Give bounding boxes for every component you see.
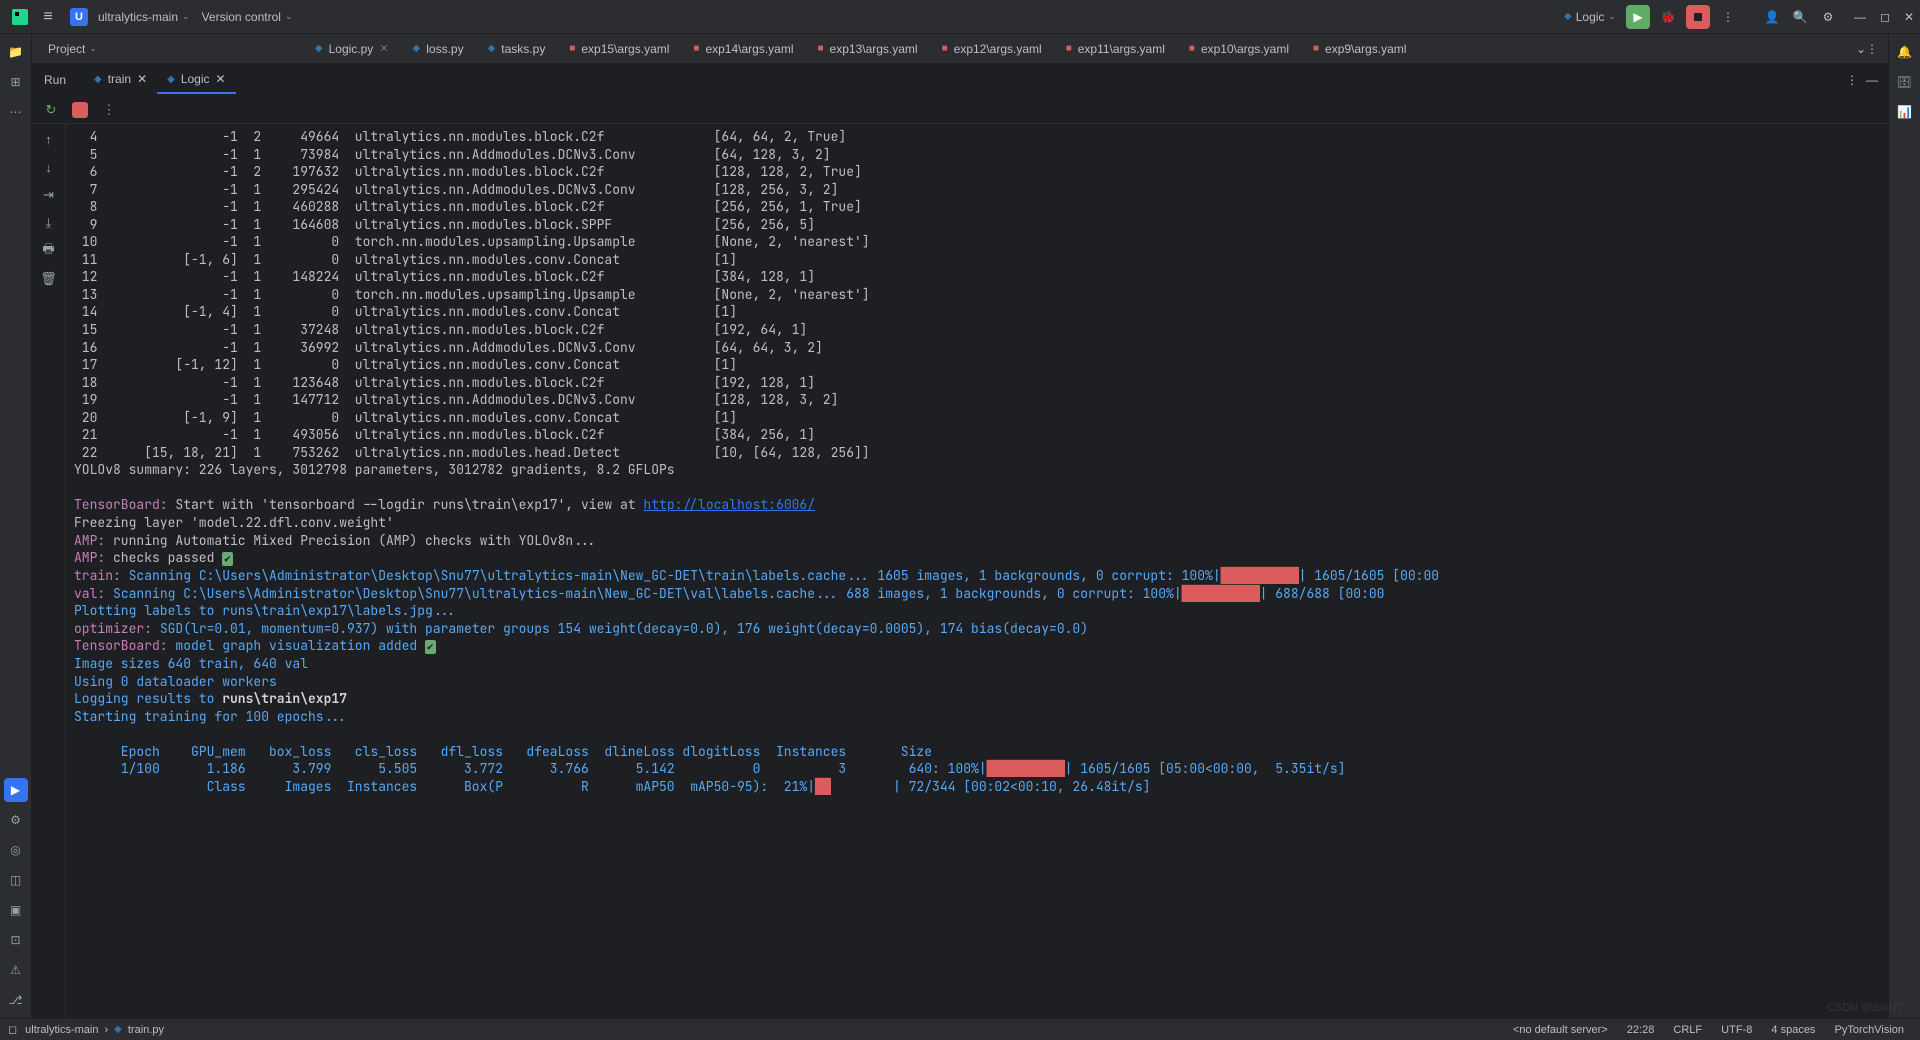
run-tool-icon[interactable]: ▶ [4, 778, 28, 802]
problems-icon[interactable]: ⊡ [4, 928, 28, 952]
rerun-icon[interactable]: ↻ [42, 101, 60, 119]
close-tab-icon[interactable]: ✕ [137, 72, 147, 86]
app-icon[interactable] [10, 7, 30, 27]
run-tab[interactable]: ◆train✕ [84, 66, 157, 94]
run-button[interactable]: ▶ [1626, 5, 1650, 29]
search-icon[interactable]: 🔍 [1790, 7, 1810, 27]
minimize-icon[interactable]: — [1854, 10, 1866, 24]
encoding[interactable]: UTF-8 [1721, 1024, 1752, 1036]
print-icon[interactable]: 🖶 [40, 242, 58, 260]
run-tabbar: Run ◆train✕◆Logic✕ ⋮ — [32, 64, 1888, 96]
left-toolbar: 📁 ⊞ ⋯ ▶ ⚙ ◎ ◫ ▣ ⊡ ⚠ ⎇ [0, 34, 32, 1018]
maximize-icon[interactable]: ◻ [1880, 10, 1890, 24]
close-icon[interactable]: ✕ [1904, 10, 1914, 24]
watermark: CSDN @Snu77 [1827, 1002, 1904, 1014]
py-file-icon: ◆ [488, 43, 496, 54]
yaml-file-icon: ■ [1066, 43, 1072, 54]
run-toolbar: ↻ ⋮ [32, 96, 1888, 124]
soft-wrap-icon[interactable]: ⇥ [40, 186, 58, 204]
debug-icon[interactable]: 🐞 [1658, 7, 1678, 27]
editor-tabbar: Project⌄ ◆Logic.py✕◆loss.py◆tasks.py■exp… [32, 34, 1888, 64]
title-bar: ≡ U ultralytics-main⌄ Version control⌄ ◆… [0, 0, 1920, 34]
tabs-more-icon[interactable]: ⋮ [1866, 42, 1878, 56]
editor-tab[interactable]: ■exp11\args.yaml [1054, 34, 1177, 64]
editor-tab[interactable]: ■exp10\args.yaml [1177, 34, 1301, 64]
yaml-file-icon: ■ [818, 43, 824, 54]
services-icon[interactable]: ◫ [4, 868, 28, 892]
yaml-file-icon: ■ [569, 43, 575, 54]
py-file-icon: ◆ [167, 74, 175, 85]
scroll-up-icon[interactable]: ↑ [40, 130, 58, 148]
interpreter[interactable]: PyTorchVision [1835, 1024, 1905, 1036]
editor-tab[interactable]: ■exp13\args.yaml [806, 34, 930, 64]
run-tool-label: Run [42, 73, 68, 87]
editor-tab[interactable]: ■exp14\args.yaml [681, 34, 805, 64]
main-menu-icon[interactable]: ≡ [38, 7, 58, 27]
stop-button[interactable] [1686, 5, 1710, 29]
python-console-icon[interactable]: ◎ [4, 838, 28, 862]
py-file-icon: ◆ [413, 43, 421, 54]
clear-icon[interactable]: 🗑 [40, 270, 58, 288]
scroll-to-end-icon[interactable]: ⤓ [40, 214, 58, 232]
py-file-icon: ◆ [315, 43, 323, 54]
close-tab-icon[interactable]: ✕ [216, 72, 226, 86]
python-packages-icon[interactable]: ⚙ [4, 808, 28, 832]
breadcrumb-root[interactable]: ultralytics-main [25, 1024, 98, 1036]
window-controls: — ◻ ✕ [1854, 10, 1914, 24]
more-tools-icon[interactable]: ⋯ [4, 100, 28, 124]
vcs-dropdown[interactable]: Version control⌄ [202, 10, 293, 24]
status-right: <no default server> 22:28 CRLF UTF-8 4 s… [1505, 1024, 1912, 1036]
tabs-dropdown-icon[interactable]: ⌄ [1856, 42, 1866, 56]
git-icon[interactable]: ⎇ [4, 988, 28, 1012]
yaml-file-icon: ■ [1189, 43, 1195, 54]
editor-tab[interactable]: ◆Logic.py✕ [303, 34, 401, 64]
run-tab[interactable]: ◆Logic✕ [157, 66, 235, 94]
folder-icon[interactable]: 📁 [4, 40, 28, 64]
editor-tab[interactable]: ◆loss.py [401, 34, 476, 64]
scroll-down-icon[interactable]: ↓ [40, 158, 58, 176]
yaml-file-icon: ■ [1313, 43, 1319, 54]
run-more-icon[interactable]: ⋮ [1846, 73, 1858, 87]
indent[interactable]: 4 spaces [1771, 1024, 1815, 1036]
run-config-dropdown[interactable]: ◆Logic⌄ [1564, 10, 1616, 24]
notifications-icon[interactable]: 🔔 [1893, 40, 1917, 64]
status-bar: ◻ ultralytics-main › ◆ train.py <no defa… [0, 1018, 1920, 1040]
database-icon[interactable]: 🗄 [1893, 70, 1917, 94]
project-badge: U [70, 8, 88, 26]
project-tool-dropdown[interactable]: Project⌄ [48, 42, 97, 56]
py-file-icon: ◆ [94, 74, 102, 85]
run-opts-icon[interactable]: ⋮ [100, 101, 118, 119]
sciview-icon[interactable]: 📊 [1893, 100, 1917, 124]
run-minimize-icon[interactable]: — [1866, 73, 1878, 87]
terminal-icon[interactable]: ▣ [4, 898, 28, 922]
editor-tab[interactable]: ■exp15\args.yaml [557, 34, 681, 64]
editor-tab[interactable]: ■exp9\args.yaml [1301, 34, 1418, 64]
line-sep[interactable]: CRLF [1673, 1024, 1702, 1036]
console-gutter: ↑ ↓ ⇥ ⤓ 🖶 🗑 [32, 124, 66, 1018]
right-toolbar: 🔔 🗄 📊 [1888, 34, 1920, 1018]
console-output[interactable]: 4 -1 2 49664 ultralytics.nn.modules.bloc… [66, 124, 1888, 1018]
more-icon[interactable]: ⋮ [1718, 7, 1738, 27]
collab-icon[interactable]: 👤 [1762, 7, 1782, 27]
caret-position[interactable]: 22:28 [1627, 1024, 1655, 1036]
yaml-file-icon: ■ [942, 43, 948, 54]
project-dropdown[interactable]: ultralytics-main⌄ [98, 10, 190, 24]
structure-icon[interactable]: ⊞ [4, 70, 28, 94]
editor-tab[interactable]: ■exp12\args.yaml [930, 34, 1054, 64]
close-tab-icon[interactable]: ✕ [379, 42, 388, 55]
yaml-file-icon: ■ [693, 43, 699, 54]
stop-run-icon[interactable] [72, 102, 88, 118]
settings-icon[interactable]: ⚙ [1818, 7, 1838, 27]
editor-tab[interactable]: ◆tasks.py [476, 34, 558, 64]
breadcrumb-file[interactable]: train.py [128, 1024, 164, 1036]
tool-window-icon[interactable]: ◻ [8, 1023, 17, 1036]
warnings-icon[interactable]: ⚠ [4, 958, 28, 982]
server-status[interactable]: <no default server> [1513, 1024, 1608, 1036]
